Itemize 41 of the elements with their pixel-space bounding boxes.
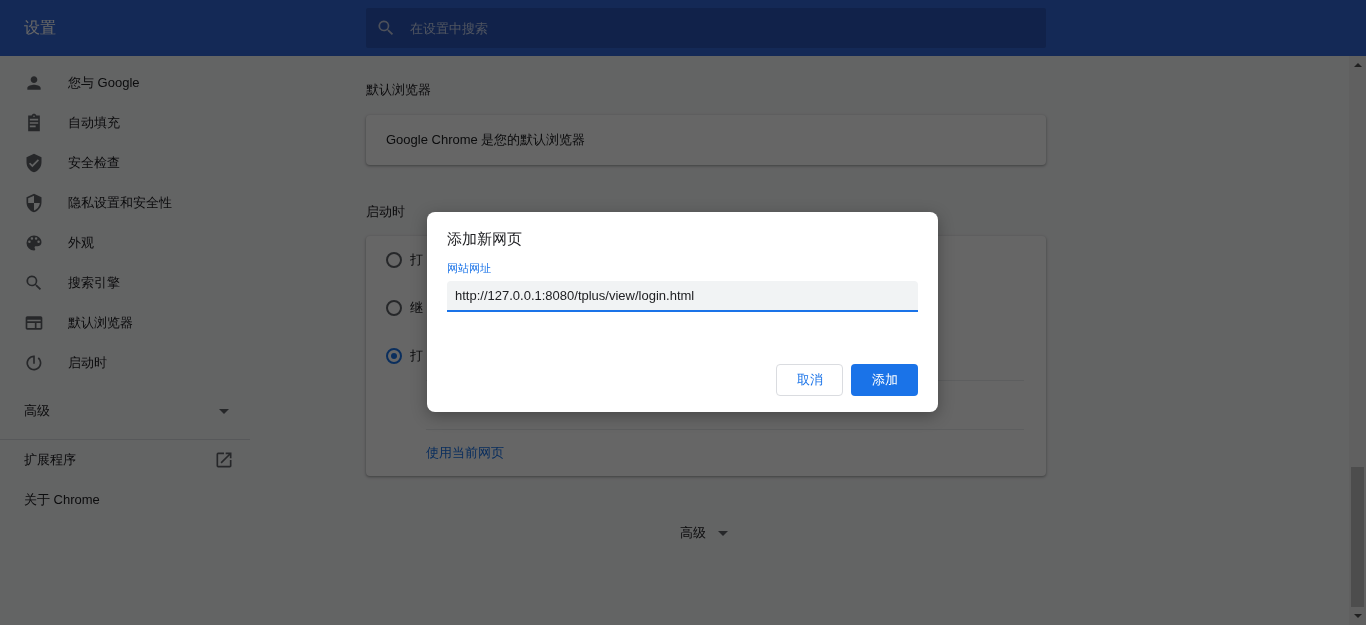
sidebar-item[interactable]: 自动填充 bbox=[0, 103, 250, 143]
sidebar-item[interactable]: 搜索引擎 bbox=[0, 263, 250, 303]
power-icon bbox=[24, 353, 44, 373]
radio-button[interactable] bbox=[386, 348, 402, 364]
search-icon bbox=[24, 273, 44, 293]
up-arrow-icon bbox=[1352, 60, 1363, 70]
url-field[interactable]: http://127.0.0.1:8080/tplus/view/login.html bbox=[447, 281, 918, 312]
radio-option[interactable]: 打 bbox=[386, 236, 423, 284]
advanced-button[interactable]: 高级 bbox=[671, 518, 741, 548]
sidebar-item[interactable]: 隐私设置和安全性 bbox=[0, 183, 250, 223]
page-title: 设置 bbox=[24, 17, 57, 38]
browser-window-icon bbox=[24, 313, 44, 333]
shield-check-icon bbox=[24, 153, 44, 173]
external-link-icon bbox=[214, 450, 234, 470]
radio-option[interactable]: 打 bbox=[386, 332, 423, 380]
card-text: Google Chrome 是您的默认浏览器 bbox=[385, 131, 587, 149]
down-arrow-icon bbox=[1352, 611, 1363, 621]
section-heading: 启动时 bbox=[366, 203, 406, 221]
advanced-toggle[interactable]: 高级 bbox=[0, 383, 250, 439]
option-label: 打 bbox=[410, 251, 423, 269]
field-label: 网站网址 bbox=[447, 261, 492, 276]
sidebar-item[interactable]: 安全检查 bbox=[0, 143, 250, 183]
sidebar-link[interactable]: 关于 Chrome bbox=[0, 480, 250, 520]
scrollbar[interactable] bbox=[1349, 56, 1366, 625]
radio-button[interactable] bbox=[386, 300, 402, 316]
sidebar-item[interactable]: 启动时 bbox=[0, 343, 250, 383]
option-label: 打 bbox=[410, 347, 423, 365]
radio-button[interactable] bbox=[386, 252, 402, 268]
option-label: 继 bbox=[410, 299, 423, 317]
section-heading: 默认浏览器 bbox=[366, 81, 432, 99]
sidebar-item[interactable]: 外观 bbox=[0, 223, 250, 263]
use-current-pages-link[interactable]: 使用当前网页 bbox=[426, 444, 504, 462]
add-button[interactable]: 添加 bbox=[851, 364, 918, 396]
radio-option[interactable]: 继 bbox=[386, 284, 423, 332]
cancel-button[interactable]: 取消 bbox=[776, 364, 843, 396]
palette-icon bbox=[24, 233, 44, 253]
shield-icon bbox=[24, 193, 44, 213]
sidebar-link[interactable]: 扩展程序 bbox=[0, 440, 250, 480]
dialog-title: 添加新网页 bbox=[447, 230, 523, 249]
sidebar-item[interactable]: 您与 Google bbox=[0, 63, 250, 103]
sidebar-item[interactable]: 默认浏览器 bbox=[0, 303, 250, 343]
